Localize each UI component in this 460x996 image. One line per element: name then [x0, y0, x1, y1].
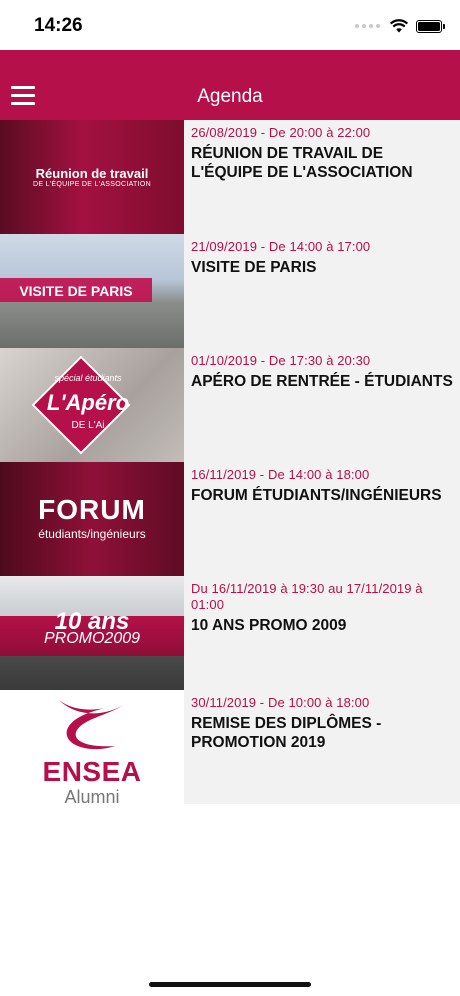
thumbnail-title: L'Apéro [46, 390, 130, 415]
event-thumbnail: Réunion de travail DE L'ÉQUIPE DE L'ASSO… [0, 120, 184, 234]
event-info: Du 16/11/2019 à 19:30 au 17/11/2019 à 01… [191, 581, 454, 635]
wifi-icon [390, 19, 408, 33]
event-info: 30/11/2019 - De 10:00 à 18:00 REMISE DES… [191, 695, 454, 752]
thumbnail-title: Réunion de travail [35, 166, 149, 181]
battery-icon [416, 19, 445, 33]
event-item[interactable]: FORUM étudiants/ingénieurs 16/11/2019 - … [0, 462, 460, 576]
agenda-list: Réunion de travail DE L'ÉQUIPE DE L'ASSO… [0, 120, 460, 804]
ensea-logo-icon [59, 700, 125, 750]
thumbnail-subtitle: PROMO2009 [43, 630, 141, 647]
event-item[interactable]: spécial étudiants L'Apéro DE L'Ai 01/10/… [0, 348, 460, 462]
event-item[interactable]: ENSEA Alumni 30/11/2019 - De 10:00 à 18:… [0, 690, 460, 804]
event-item[interactable]: Réunion de travail DE L'ÉQUIPE DE L'ASSO… [0, 120, 460, 234]
event-date: Du 16/11/2019 à 19:30 au 17/11/2019 à 01… [191, 581, 423, 612]
thumbnail-title: ENSEA [42, 756, 142, 787]
thumbnail-title: VISITE DE PARIS [19, 283, 133, 299]
thumbnail-small: spécial étudiants [54, 373, 122, 383]
event-item[interactable]: VISITE DE PARIS 21/09/2019 - De 14:00 à … [0, 234, 460, 348]
event-title: FORUM ÉTUDIANTS/INGÉNIEURS [191, 487, 442, 504]
event-info: 01/10/2019 - De 17:30 à 20:30 APÉRO DE R… [191, 353, 454, 391]
event-date: 26/08/2019 - De 20:00 à 22:00 [191, 125, 371, 140]
event-info: 21/09/2019 - De 14:00 à 17:00 VISITE DE … [191, 239, 454, 277]
page-title: Agenda [197, 86, 263, 107]
status-time: 14:26 [34, 15, 83, 36]
event-date: 30/11/2019 - De 10:00 à 18:00 [191, 695, 370, 710]
event-title: 10 ANS PROMO 2009 [191, 617, 347, 634]
thumbnail-subtitle: étudiants/ingénieurs [38, 527, 146, 541]
status-icons [355, 18, 445, 34]
thumbnail-title: FORUM [38, 494, 146, 525]
signal-icon [355, 24, 380, 28]
event-thumbnail: 10 ans PROMO2009 [0, 576, 184, 690]
home-indicator[interactable] [149, 982, 311, 987]
app-bar: Agenda [0, 50, 460, 120]
thumbnail-subtitle: Alumni [64, 787, 120, 804]
event-title: RÉUNION DE TRAVAIL DE L'ÉQUIPE DE L'ASSO… [191, 145, 413, 181]
thumbnail-subtitle: DE L'Ai [71, 420, 105, 431]
event-title: VISITE DE PARIS [191, 259, 317, 276]
event-thumbnail: FORUM étudiants/ingénieurs [0, 462, 184, 576]
event-thumbnail: ENSEA Alumni [0, 690, 184, 804]
event-title: APÉRO DE RENTRÉE - ÉTUDIANTS [191, 373, 453, 390]
event-date: 01/10/2019 - De 17:30 à 20:30 [191, 353, 371, 368]
event-date: 21/09/2019 - De 14:00 à 17:00 [191, 239, 371, 254]
event-thumbnail: VISITE DE PARIS [0, 234, 184, 348]
status-bar: 14:26 [0, 0, 460, 50]
event-thumbnail: spécial étudiants L'Apéro DE L'Ai [0, 348, 184, 462]
event-info: 26/08/2019 - De 20:00 à 22:00 RÉUNION DE… [191, 125, 454, 182]
event-info: 16/11/2019 - De 14:00 à 18:00 FORUM ÉTUD… [191, 467, 454, 505]
thumbnail-subtitle: DE L'ÉQUIPE DE L'ASSOCIATION [33, 181, 151, 188]
event-date: 16/11/2019 - De 14:00 à 18:00 [191, 467, 370, 482]
event-item[interactable]: 10 ans PROMO2009 Du 16/11/2019 à 19:30 a… [0, 576, 460, 690]
event-title: REMISE DES DIPLÔMES - PROMOTION 2019 [191, 715, 382, 751]
